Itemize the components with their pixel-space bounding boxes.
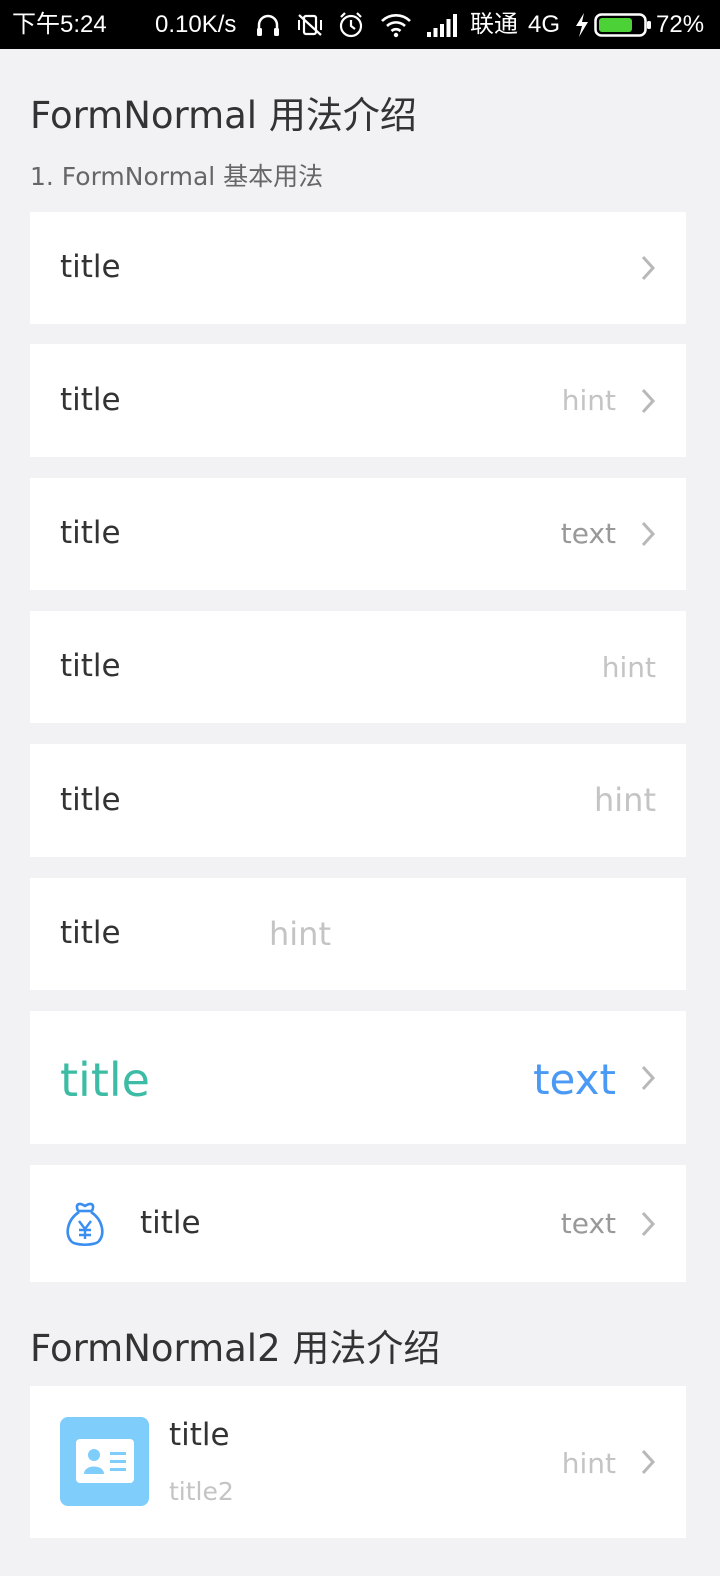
row-hint: hint bbox=[561, 384, 616, 417]
row-input-hint[interactable]: hint bbox=[269, 915, 331, 953]
row-hint: hint bbox=[601, 651, 656, 684]
row-title: title bbox=[60, 249, 121, 285]
form-row-1[interactable]: title bbox=[30, 212, 686, 324]
row-hint: hint bbox=[561, 1447, 616, 1480]
headphones-icon bbox=[257, 14, 279, 36]
row-title: title bbox=[140, 1205, 201, 1241]
chevron-right-icon bbox=[641, 1211, 656, 1237]
battery-icon bbox=[594, 13, 651, 37]
row-text: text bbox=[533, 1055, 616, 1104]
form-row-6[interactable]: title hint bbox=[30, 878, 686, 990]
chevron-right-icon bbox=[641, 1449, 656, 1475]
status-bar: 下午5:24 0.10K/s 联通 4G 72% bbox=[0, 0, 720, 49]
row-hint: hint bbox=[594, 781, 656, 819]
form-row-8[interactable]: title text bbox=[30, 1165, 686, 1282]
section1-heading: FormNormal 用法介绍 bbox=[30, 94, 417, 137]
form-row-7[interactable]: title text bbox=[30, 1011, 686, 1144]
chevron-right-icon bbox=[641, 255, 656, 281]
status-net-speed: 0.10K/s bbox=[155, 11, 237, 38]
row-subtitle: title2 bbox=[169, 1477, 234, 1506]
money-bag-icon bbox=[66, 1202, 104, 1247]
form2-row-1[interactable]: title title2 hint bbox=[30, 1386, 686, 1538]
row-title: title bbox=[60, 1053, 150, 1107]
alarm-icon bbox=[339, 12, 363, 38]
section1-subheading: 1. FormNormal 基本用法 bbox=[30, 162, 324, 191]
vibrate-off-icon bbox=[298, 14, 322, 36]
chevron-right-icon bbox=[641, 1065, 656, 1091]
form-row-4[interactable]: title hint bbox=[30, 611, 686, 723]
status-carrier: 联通 bbox=[470, 11, 518, 38]
status-battery: 72% bbox=[656, 11, 705, 38]
row-text: text bbox=[560, 517, 616, 550]
form-row-3[interactable]: title text bbox=[30, 478, 686, 590]
row-title: title bbox=[60, 648, 121, 684]
row-text: text bbox=[560, 1207, 616, 1240]
signal-icon bbox=[427, 14, 457, 37]
section2-heading: FormNormal2 用法介绍 bbox=[30, 1327, 441, 1370]
row-title: title bbox=[169, 1417, 230, 1453]
chevron-right-icon bbox=[641, 521, 656, 547]
charging-icon bbox=[576, 13, 588, 37]
row-title: title bbox=[60, 515, 121, 551]
chevron-right-icon bbox=[641, 388, 656, 414]
form-row-2[interactable]: title hint bbox=[30, 344, 686, 457]
row-title: title bbox=[60, 782, 121, 818]
wifi-icon bbox=[381, 14, 411, 38]
row-title: title bbox=[60, 915, 121, 951]
status-network: 4G bbox=[528, 11, 561, 38]
status-time: 下午5:24 bbox=[12, 11, 107, 38]
form-row-5[interactable]: title hint bbox=[30, 744, 686, 857]
id-card-icon bbox=[60, 1417, 149, 1506]
row-title: title bbox=[60, 382, 121, 418]
